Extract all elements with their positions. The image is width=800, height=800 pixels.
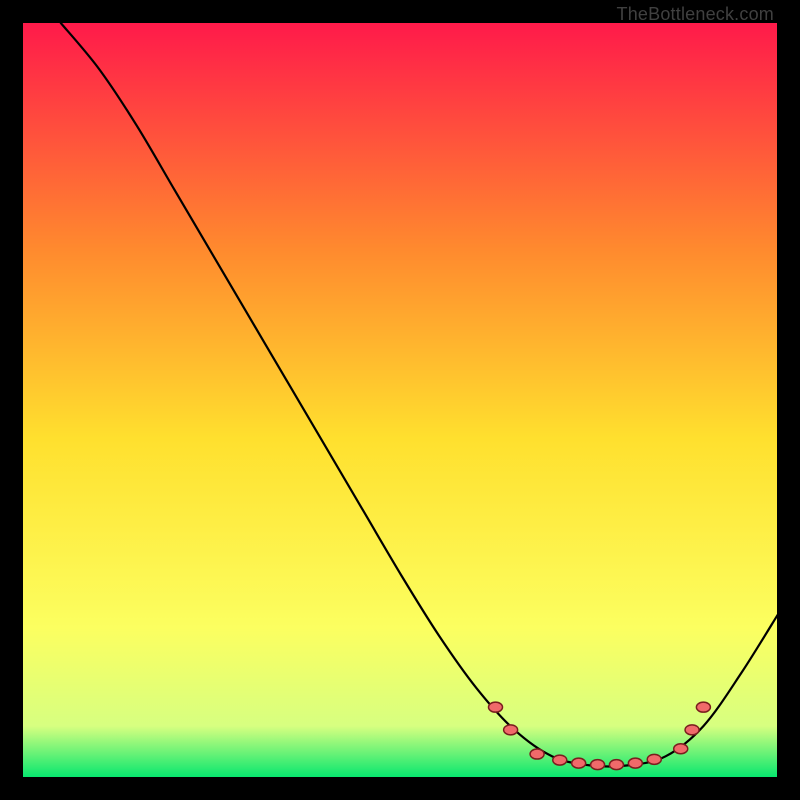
data-marker	[591, 760, 605, 770]
data-marker	[504, 725, 518, 735]
data-marker	[685, 725, 699, 735]
data-marker	[628, 758, 642, 768]
data-marker	[489, 702, 503, 712]
data-marker	[572, 758, 586, 768]
data-marker	[696, 702, 710, 712]
gradient-background	[23, 23, 778, 778]
chart-svg	[23, 23, 778, 778]
plot-area	[22, 22, 778, 778]
data-marker	[674, 744, 688, 754]
data-marker	[647, 754, 661, 764]
data-marker	[530, 749, 544, 759]
data-marker	[553, 755, 567, 765]
data-marker	[609, 760, 623, 770]
chart-frame: TheBottleneck.com	[0, 0, 800, 800]
